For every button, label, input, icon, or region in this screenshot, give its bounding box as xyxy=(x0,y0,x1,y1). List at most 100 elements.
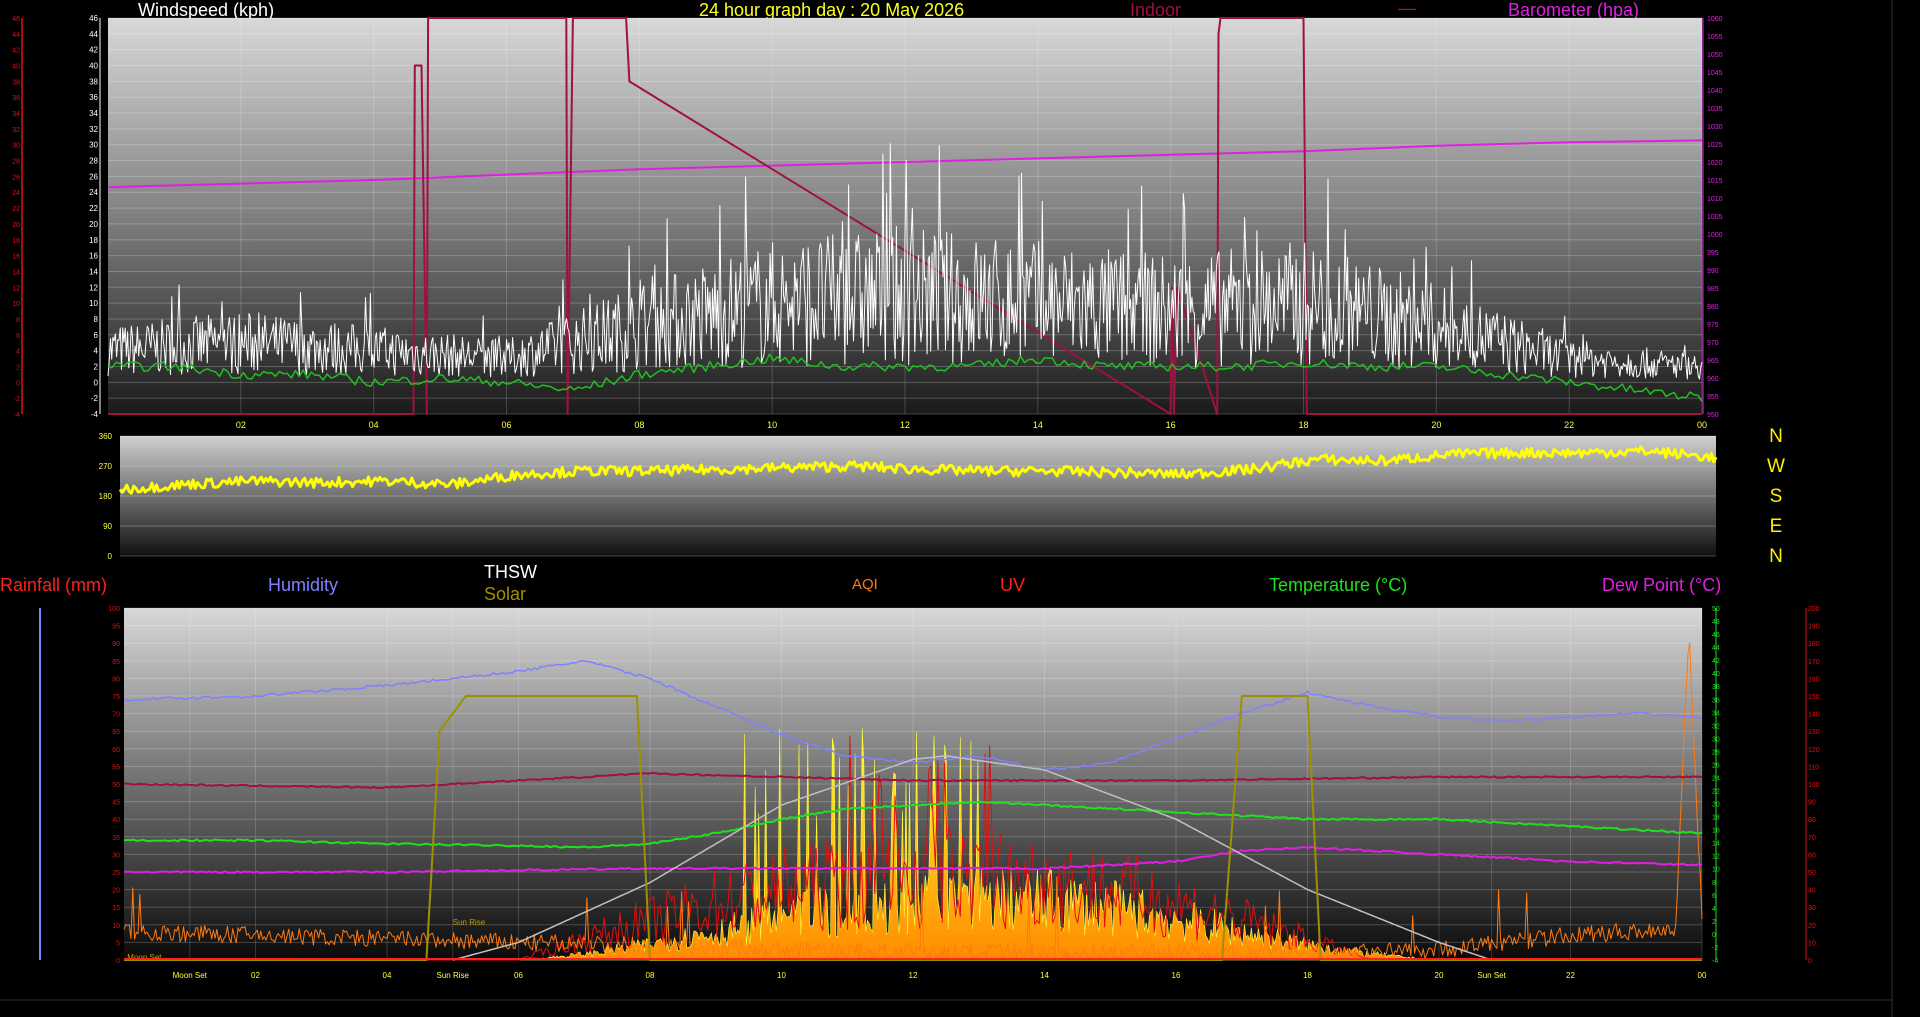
percent-y-tick-label: 70 xyxy=(112,712,120,719)
indoor-y-tick-label: 4 xyxy=(16,349,20,356)
wind-y-tick-label: 12 xyxy=(89,283,98,292)
barometer-y-tick-label: 1005 xyxy=(1707,214,1723,221)
percent-y-tick-label: 100 xyxy=(108,606,120,613)
temperature-y-tick-label: 42 xyxy=(1712,658,1720,665)
wind-y-tick-label: 44 xyxy=(89,30,98,39)
barometer-y-tick-label: 960 xyxy=(1707,376,1719,383)
temperature-y-tick-label: 14 xyxy=(1712,841,1720,848)
indoor-y-tick-label: 22 xyxy=(12,206,20,213)
temperature-y-tick-label: 44 xyxy=(1712,645,1720,652)
wind-x-tick-label: 02 xyxy=(236,420,246,430)
wind-y-tick-label: 24 xyxy=(89,188,98,197)
temperature-y-tick-label: -2 xyxy=(1712,945,1718,952)
wind-x-tick-label: 20 xyxy=(1431,420,1441,430)
indoor-y-tick-label: 28 xyxy=(12,159,20,166)
aqi-y-tick-label: 160 xyxy=(1808,676,1820,683)
indoor-y-tick-label: 10 xyxy=(12,301,20,308)
wind-y-tick-label: 26 xyxy=(89,172,98,181)
barometer-y-tick-label: 1055 xyxy=(1707,34,1723,41)
weather-graph-stage: Windspeed (kph) 24 hour graph day : 20 M… xyxy=(0,0,1920,1017)
percent-y-tick-label: 30 xyxy=(112,852,120,859)
wind-y-tick-label: 40 xyxy=(89,62,98,71)
temperature-y-tick-label: -4 xyxy=(1712,958,1718,965)
percent-y-tick-label: 85 xyxy=(112,659,120,666)
indoor-y-tick-label: 12 xyxy=(12,285,20,292)
percent-y-tick-label: 80 xyxy=(112,676,120,683)
sunrise-annotation: Sun Rise xyxy=(453,918,486,927)
aqi-y-tick-label: 90 xyxy=(1808,800,1816,807)
percent-y-tick-label: 50 xyxy=(112,782,120,789)
barometer-y-tick-label: 1040 xyxy=(1707,88,1723,95)
wind-y-tick-label: 42 xyxy=(89,46,98,55)
indoor-y-tick-label: 30 xyxy=(12,143,20,150)
weather-x-tick-label: 18 xyxy=(1303,971,1312,980)
percent-y-tick-label: 55 xyxy=(112,764,120,771)
aqi-y-tick-label: 170 xyxy=(1808,659,1820,666)
aqi-y-tick-label: 60 xyxy=(1808,852,1816,859)
direction-y-tick-label: 90 xyxy=(103,522,112,531)
weather-x-tick-label: 10 xyxy=(777,971,786,980)
indoor-y-tick-label: 34 xyxy=(12,111,20,118)
wind-y-tick-label: 2 xyxy=(94,362,99,371)
percent-y-tick-label: 60 xyxy=(112,747,120,754)
barometer-y-tick-label: 1050 xyxy=(1707,52,1723,59)
barometer-y-tick-label: 1035 xyxy=(1707,106,1723,113)
percent-y-tick-label: 15 xyxy=(112,905,120,912)
percent-y-tick-label: 35 xyxy=(112,835,120,842)
indoor-y-tick-label: 14 xyxy=(12,269,20,276)
wind-y-tick-label: 6 xyxy=(94,331,99,340)
temperature-y-tick-label: 8 xyxy=(1712,880,1716,887)
percent-y-tick-label: 20 xyxy=(112,888,120,895)
percent-y-tick-label: 90 xyxy=(112,641,120,648)
temperature-y-tick-label: 2 xyxy=(1712,919,1716,926)
wind-y-tick-label: 14 xyxy=(89,267,98,276)
aqi-y-tick-label: 130 xyxy=(1808,729,1820,736)
percent-y-tick-label: 75 xyxy=(112,694,120,701)
indoor-y-tick-label: 42 xyxy=(12,48,20,55)
weather-x-tick-label: 06 xyxy=(514,971,523,980)
wind-y-tick-label: 28 xyxy=(89,157,98,166)
indoor-y-tick-label: 32 xyxy=(12,127,20,134)
indoor-y-tick-label: 44 xyxy=(12,32,20,39)
wind-y-tick-label: 8 xyxy=(94,315,99,324)
aqi-y-tick-label: 10 xyxy=(1808,940,1816,947)
wind-y-tick-label: 10 xyxy=(89,299,98,308)
indoor-y-tick-label: 0 xyxy=(16,380,20,387)
indoor-y-tick-label: 6 xyxy=(16,333,20,340)
aqi-y-tick-label: 40 xyxy=(1808,888,1816,895)
direction-y-tick-label: 270 xyxy=(99,462,113,471)
aqi-y-tick-label: 110 xyxy=(1808,764,1819,771)
wind-x-tick-label: 06 xyxy=(501,420,511,430)
indoor-y-tick-label: 38 xyxy=(12,79,20,86)
aqi-y-tick-label: 150 xyxy=(1808,694,1820,701)
barometer-y-tick-label: 975 xyxy=(1707,322,1719,329)
temperature-y-tick-label: 40 xyxy=(1712,671,1720,678)
wind-x-tick-label: 16 xyxy=(1166,420,1176,430)
direction-y-tick-label: 0 xyxy=(108,552,113,561)
wind-y-tick-label: 18 xyxy=(89,236,98,245)
percent-y-tick-label: 25 xyxy=(112,870,120,877)
indoor-y-tick-label: 18 xyxy=(12,238,20,245)
wind-y-tick-label: 38 xyxy=(89,77,98,86)
aqi-y-tick-label: 100 xyxy=(1808,782,1820,789)
wind-y-tick-label: 46 xyxy=(89,14,98,23)
temperature-y-tick-label: 24 xyxy=(1712,775,1720,782)
weather-x-tick-label: 12 xyxy=(909,971,918,980)
temperature-y-tick-label: 36 xyxy=(1712,697,1720,704)
indoor-y-tick-label: -2 xyxy=(14,396,20,403)
barometer-y-tick-label: 985 xyxy=(1707,286,1719,293)
weather-x-tick-label: 02 xyxy=(251,971,260,980)
wind-x-tick-label: 12 xyxy=(900,420,910,430)
barometer-y-tick-label: 995 xyxy=(1707,250,1719,257)
temperature-y-tick-label: 22 xyxy=(1712,789,1720,796)
percent-y-tick-label: 65 xyxy=(112,729,120,736)
wind-y-tick-label: 0 xyxy=(94,378,99,387)
aqi-y-tick-label: 0 xyxy=(1808,958,1812,965)
aqi-y-tick-label: 190 xyxy=(1808,624,1820,631)
temperature-y-tick-label: 50 xyxy=(1712,606,1720,613)
weather-x-tick-label: Sun Rise xyxy=(437,971,470,980)
aqi-y-tick-label: 140 xyxy=(1808,712,1820,719)
percent-y-tick-label: 40 xyxy=(112,817,120,824)
direction-y-tick-label: 180 xyxy=(99,492,113,501)
wind-x-tick-label: 10 xyxy=(767,420,777,430)
